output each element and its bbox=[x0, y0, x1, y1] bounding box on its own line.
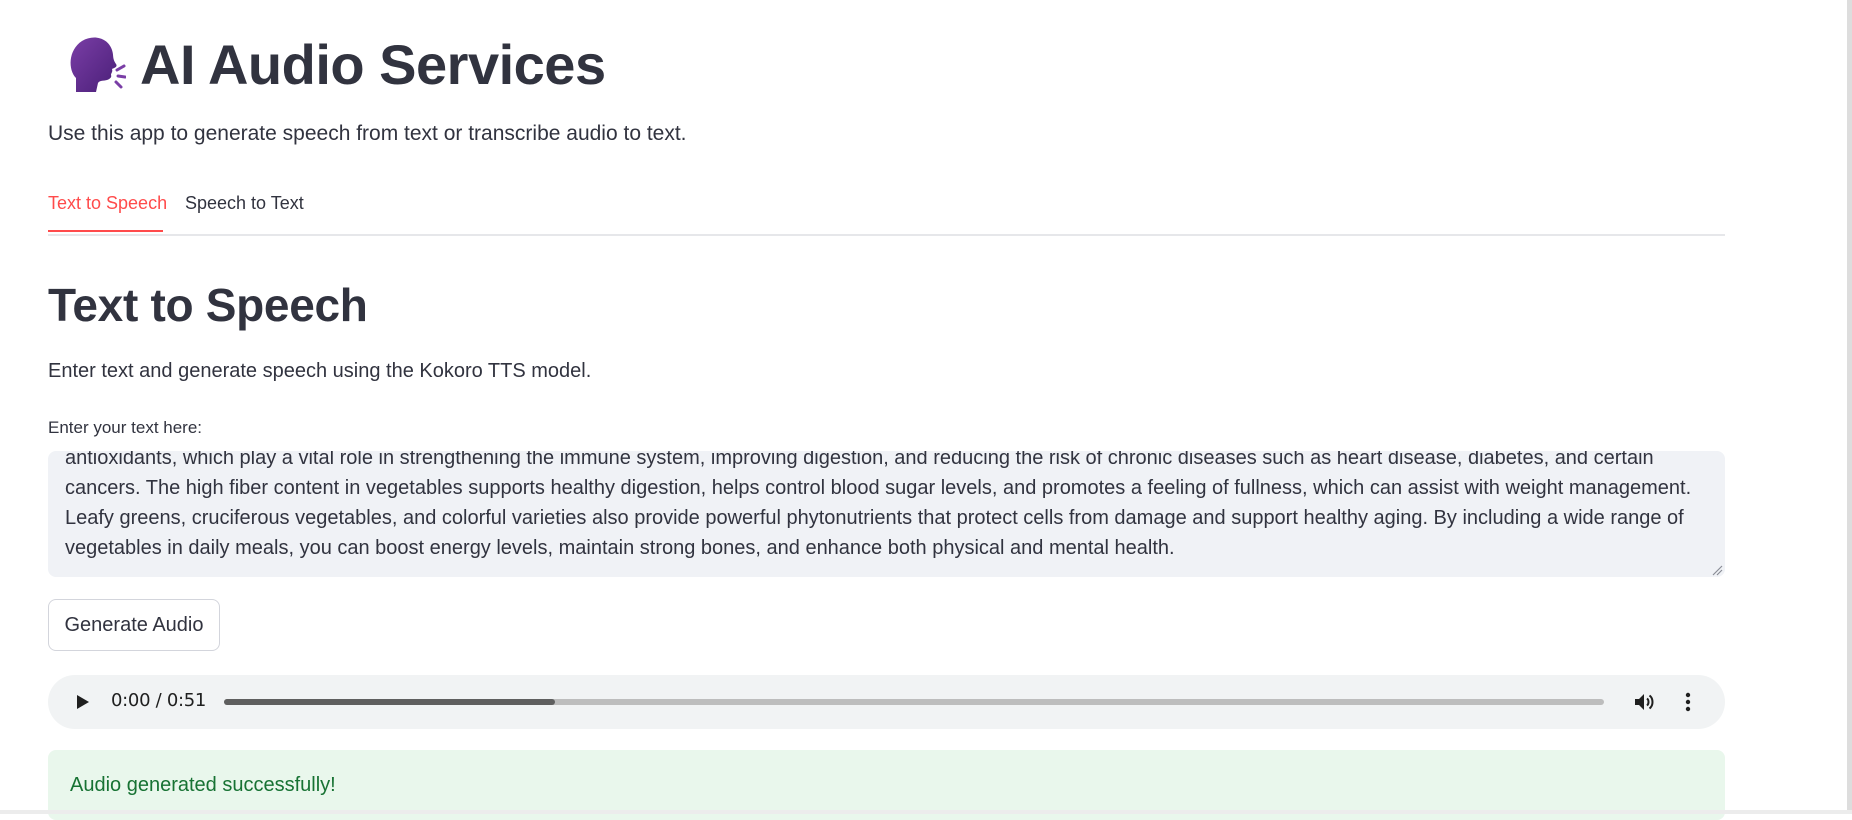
text-input-value[interactable]: antioxidants, which play a vital role in… bbox=[65, 451, 1705, 563]
bottom-divider bbox=[0, 810, 1852, 814]
generate-audio-button[interactable]: Generate Audio bbox=[48, 599, 220, 651]
page-scrollbar[interactable] bbox=[1847, 0, 1852, 814]
speaking-head-icon bbox=[58, 28, 130, 100]
audio-seek-bar[interactable] bbox=[224, 699, 1604, 705]
text-input-area[interactable]: antioxidants, which play a vital role in… bbox=[48, 451, 1725, 577]
tab-bar: Text to Speech Speech to Text bbox=[48, 186, 1725, 236]
play-icon[interactable] bbox=[72, 692, 92, 712]
section-title: Text to Speech bbox=[48, 279, 368, 331]
tab-text-to-speech[interactable]: Text to Speech bbox=[48, 193, 167, 229]
success-message: Audio generated successfully! bbox=[70, 774, 336, 796]
audio-player: 0:00 / 0:51 bbox=[48, 675, 1725, 729]
text-input-label: Enter your text here: bbox=[48, 418, 203, 437]
active-tab-indicator bbox=[48, 230, 163, 232]
page-title: AI Audio Services bbox=[140, 32, 606, 96]
resize-handle-icon[interactable] bbox=[1711, 563, 1723, 576]
audio-time: 0:00 / 0:51 bbox=[111, 690, 207, 711]
audio-buffered-fill bbox=[224, 699, 556, 705]
tab-speech-to-text[interactable]: Speech to Text bbox=[185, 193, 304, 229]
more-options-icon[interactable] bbox=[1676, 690, 1700, 714]
section-description: Enter text and generate speech using the… bbox=[48, 360, 592, 382]
volume-icon[interactable] bbox=[1632, 690, 1656, 714]
title-row: AI Audio Services bbox=[58, 28, 606, 100]
intro-text: Use this app to generate speech from tex… bbox=[48, 122, 687, 145]
